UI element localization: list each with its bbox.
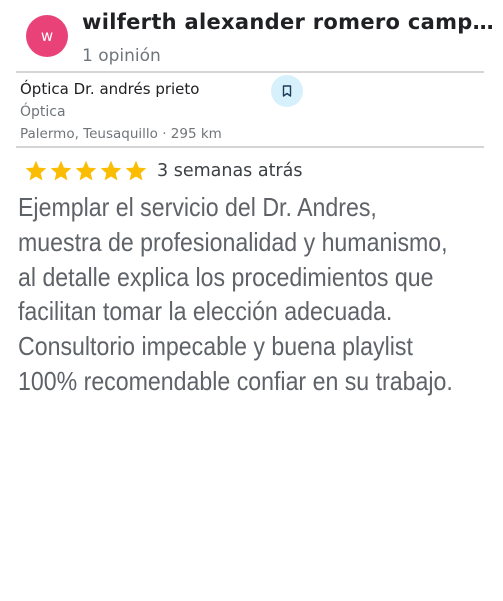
review-count: 1 opinión bbox=[82, 46, 161, 66]
place-card[interactable]: Óptica Dr. andrés prieto Óptica Palermo,… bbox=[16, 73, 484, 146]
review-text-line: Ejemplar el servicio del Dr. Andres, bbox=[18, 192, 377, 222]
star-icon bbox=[50, 160, 72, 181]
bookmark-icon bbox=[282, 85, 292, 97]
star-icon bbox=[125, 160, 147, 181]
star-icon bbox=[75, 160, 97, 181]
place-name[interactable]: Óptica Dr. andrés prieto bbox=[20, 78, 199, 100]
avatar-letter: w bbox=[40, 27, 54, 45]
rating-row: 3 semanas atrás bbox=[24, 155, 302, 187]
place-category: Óptica bbox=[20, 104, 66, 120]
review-text-line: facilitan tomar la elección adecuada. bbox=[18, 296, 393, 327]
divider bbox=[16, 146, 484, 148]
review-text-line: muestra de profesionalidad y humanismo, bbox=[18, 226, 448, 257]
star-icon bbox=[25, 160, 47, 181]
review-text-line: al detalle explica los procedimientos qu… bbox=[18, 261, 434, 292]
reviewer-name[interactable]: wilferth alexander romero campuz… bbox=[82, 6, 494, 38]
save-button[interactable] bbox=[271, 75, 303, 107]
review-text-line: Consultorio impecable y buena playlist bbox=[18, 331, 413, 362]
star-rating bbox=[24, 159, 148, 183]
place-location: Palermo, Teusaquillo · 295 km bbox=[20, 126, 222, 142]
review-text-line: 100% recomendable confiar en su trabajo. bbox=[18, 365, 453, 396]
review-date: 3 semanas atrás bbox=[157, 161, 303, 181]
avatar[interactable]: w bbox=[26, 15, 68, 57]
review-text: Ejemplar el servicio del Dr. Andres, mues… bbox=[18, 190, 453, 399]
star-icon bbox=[100, 160, 122, 181]
